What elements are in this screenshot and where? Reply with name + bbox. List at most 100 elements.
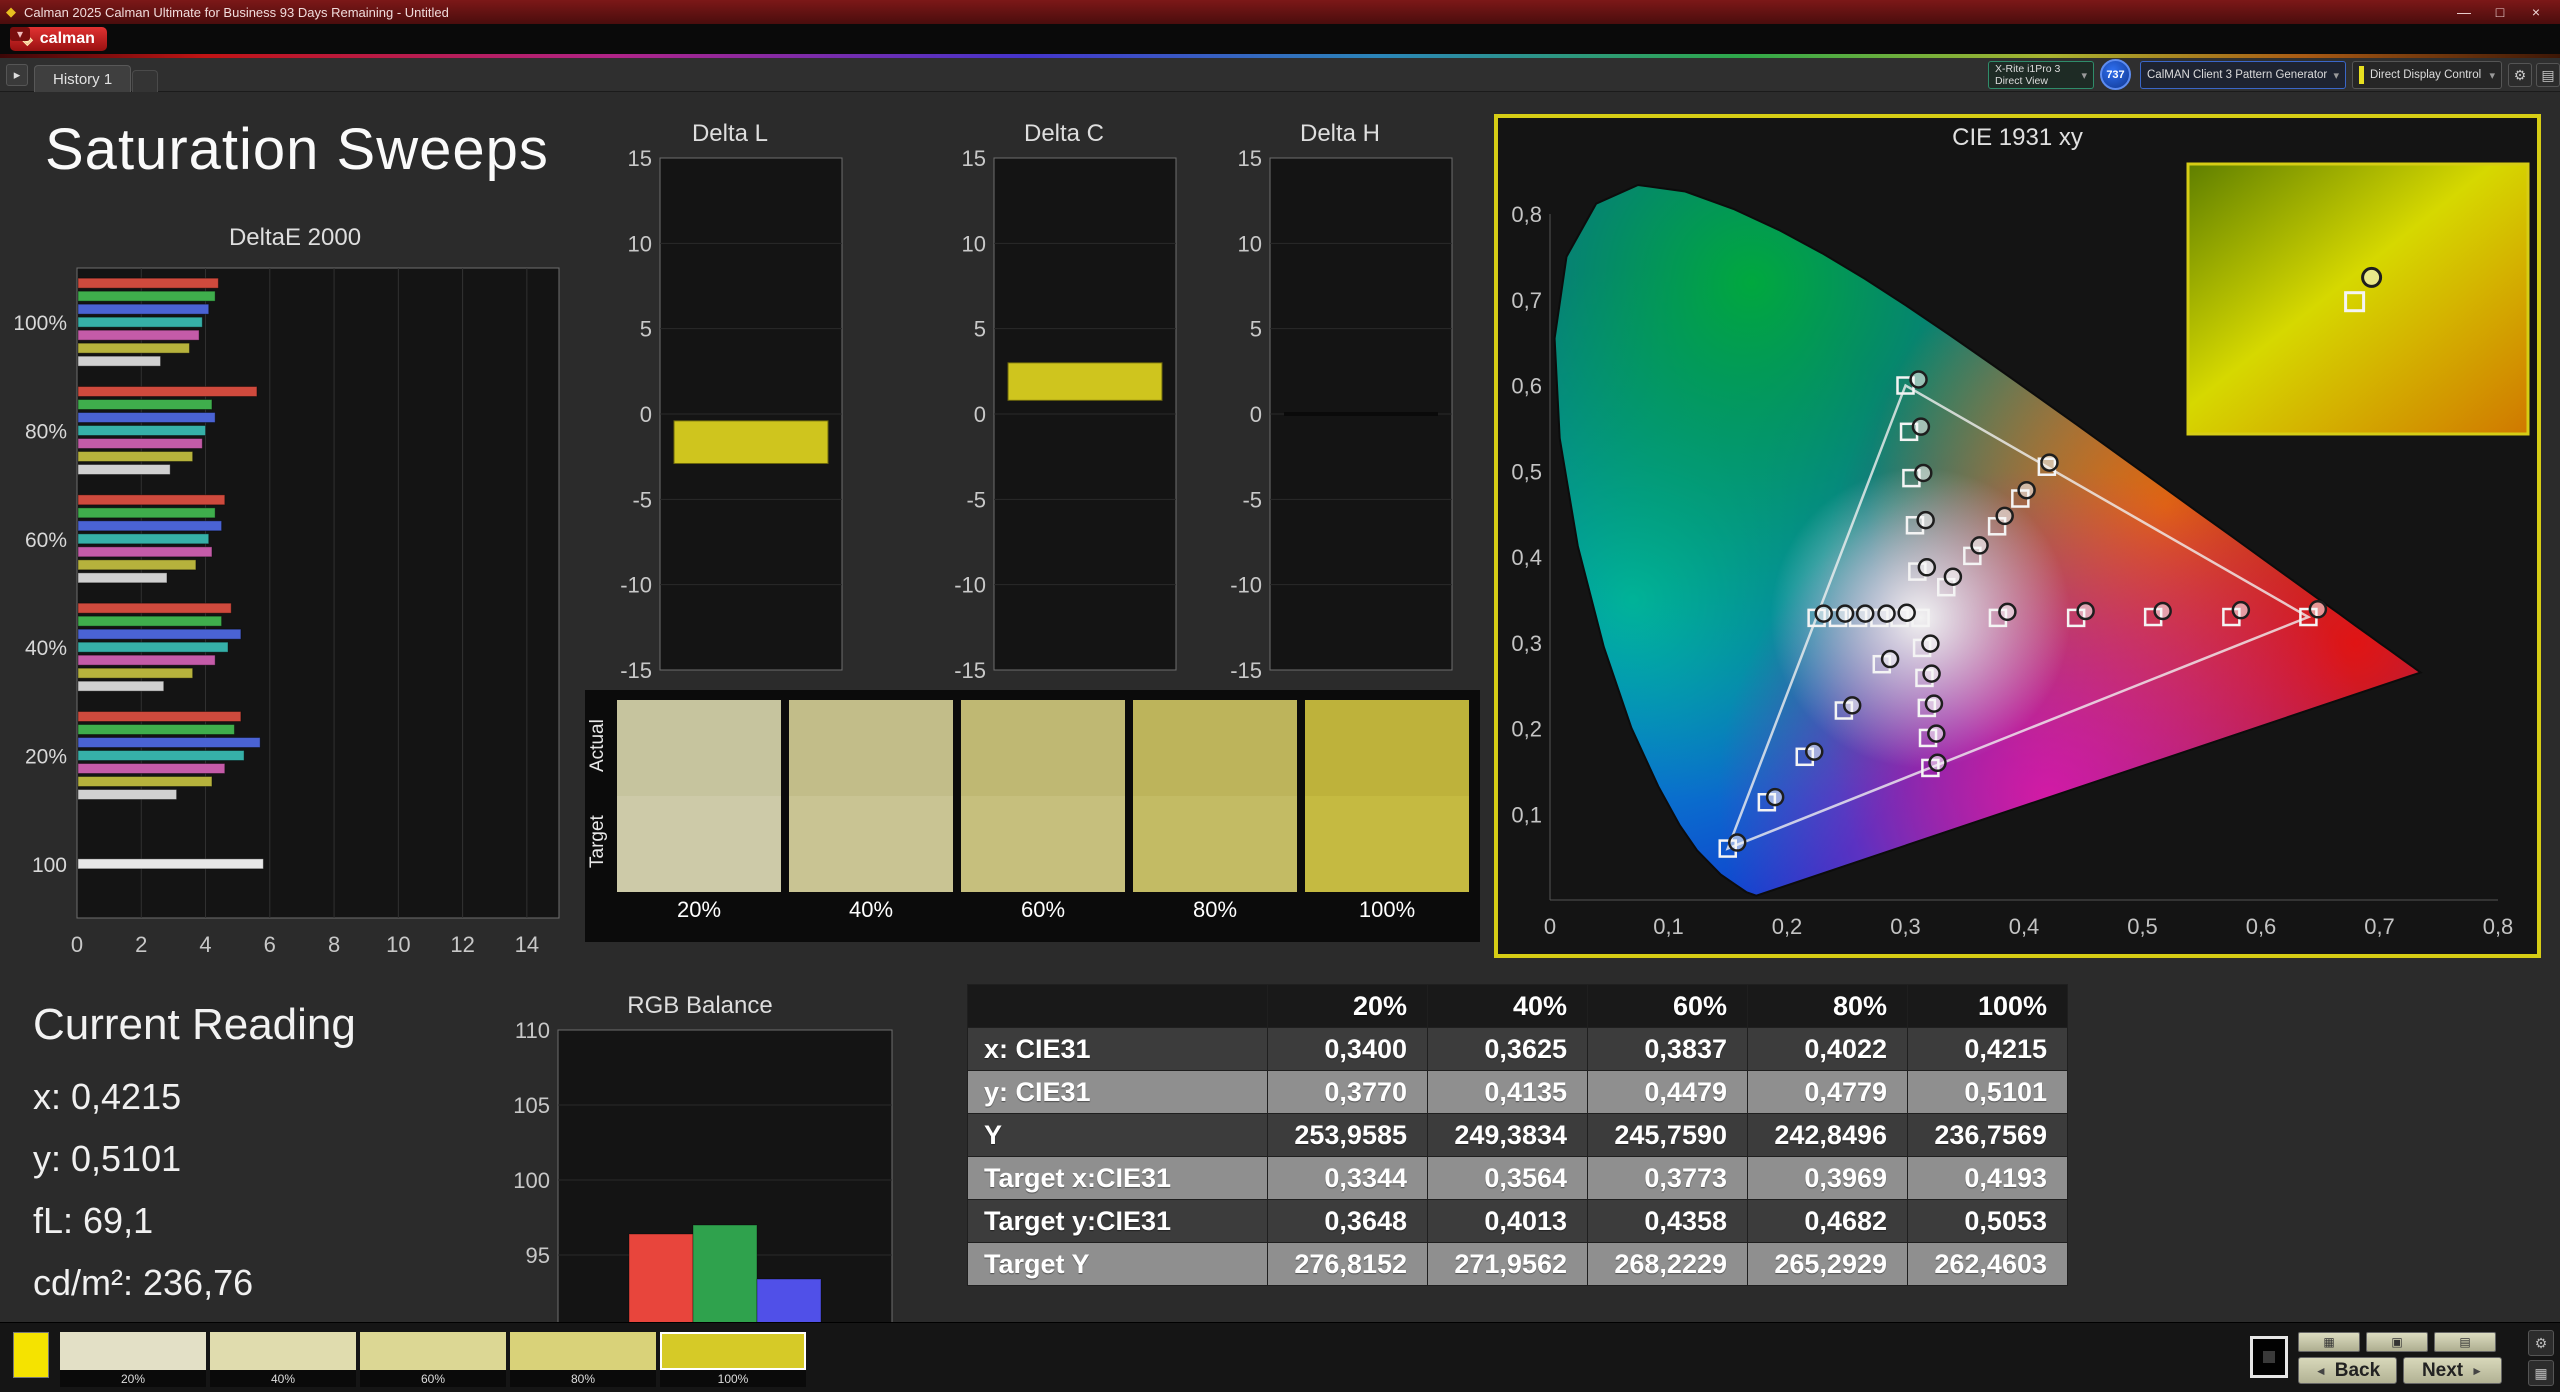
svg-text:10: 10 — [1238, 231, 1262, 256]
measured-marker — [1899, 605, 1915, 621]
minimize-button[interactable]: — — [2446, 4, 2482, 20]
next-button[interactable]: Next ► — [2403, 1357, 2502, 1384]
pattern-swatch-label: 40% — [210, 1370, 356, 1387]
svg-text:0,7: 0,7 — [1511, 288, 1542, 313]
swatch-column: 100% — [1305, 700, 1469, 928]
measured-marker — [1918, 512, 1934, 528]
pattern-swatch[interactable]: 40% — [210, 1332, 356, 1387]
deltae-bar — [78, 616, 222, 626]
svg-text:0,6: 0,6 — [1511, 374, 1542, 399]
svg-text:15: 15 — [962, 150, 986, 171]
pattern-swatch-label: 80% — [510, 1370, 656, 1387]
cie-1931-panel[interactable]: CIE 1931 xy 00,10,20,30,40,50,60,70,80,1… — [1494, 114, 2541, 958]
close-button[interactable]: × — [2518, 4, 2554, 20]
chart-title: RGB Balance — [500, 992, 900, 1022]
svg-text:0: 0 — [1544, 914, 1556, 939]
target-swatch — [617, 796, 781, 892]
deltae-bar — [78, 603, 231, 613]
pattern-swatch[interactable]: 80% — [510, 1332, 656, 1387]
display-control-label: Direct Display Control — [2370, 69, 2481, 81]
svg-text:95: 95 — [526, 1243, 550, 1268]
pattern-swatch[interactable]: 100% — [660, 1332, 806, 1387]
pattern-swatch[interactable]: 60% — [360, 1332, 506, 1387]
table-column-header: 20% — [1268, 985, 1428, 1028]
maximize-button[interactable]: □ — [2482, 4, 2518, 20]
deltae-bar — [78, 356, 161, 366]
calman-logo-button[interactable]: ◈ calman ▾ — [10, 27, 107, 51]
deltae-bar — [78, 439, 202, 449]
table-header-row: 20%40%60%80%100% — [968, 985, 2068, 1028]
swatch-percent-label: 20% — [617, 892, 781, 928]
measured-marker — [1913, 419, 1929, 435]
deltae-bar — [78, 547, 212, 557]
svg-text:0: 0 — [71, 932, 83, 957]
calman-diamond-icon: ◆ — [6, 4, 16, 20]
pattern-generator-dropdown[interactable]: CalMAN Client 3 Pattern Generator ▾ — [2140, 61, 2346, 89]
settings-gear-icon[interactable]: ⚙ — [2508, 63, 2532, 87]
table-cell: 242,8496 — [1748, 1114, 1908, 1157]
meter-status-badge[interactable]: 737 — [2100, 59, 2131, 90]
logo-strip: ◈ calman ▾ — [0, 24, 2560, 54]
display-control-dropdown[interactable]: Direct Display Control ▾ — [2352, 61, 2502, 89]
swatch-column: 40% — [789, 700, 953, 928]
meter-mode: Direct View — [1995, 75, 2060, 87]
tab-stub[interactable] — [132, 70, 158, 92]
meter-name: X-Rite i1Pro 3 — [1995, 63, 2060, 75]
actual-swatch — [1305, 700, 1469, 796]
meter-dropdown[interactable]: X-Rite i1Pro 3 Direct View ▾ — [1988, 61, 2094, 89]
svg-text:8: 8 — [328, 932, 340, 957]
svg-text:0,5: 0,5 — [1511, 459, 1542, 484]
layout-grid-icon[interactable]: ▦ — [2528, 1360, 2554, 1386]
table-row: Target Y276,8152271,9562268,2229265,2929… — [968, 1243, 2068, 1286]
table-cell: 0,3564 — [1428, 1157, 1588, 1200]
svg-text:40%: 40% — [25, 637, 67, 660]
table-cell: 0,3400 — [1268, 1028, 1428, 1071]
row-label: y: CIE31 — [968, 1071, 1268, 1114]
aux-screen-button[interactable]: ▣ — [2366, 1332, 2428, 1352]
table-cell: 0,3648 — [1268, 1200, 1428, 1243]
svg-text:80%: 80% — [25, 421, 67, 444]
svg-text:10: 10 — [628, 231, 652, 256]
measured-marker — [1929, 755, 1945, 771]
svg-text:0,3: 0,3 — [1511, 631, 1542, 656]
svg-text:10: 10 — [962, 231, 986, 256]
measured-marker — [1922, 636, 1938, 652]
deltae-bar — [78, 291, 215, 301]
table-row: Target y:CIE310,36480,40130,43580,46820,… — [968, 1200, 2068, 1243]
pattern-swatch[interactable]: 20% — [60, 1332, 206, 1387]
row-label: Y — [968, 1114, 1268, 1157]
pattern-swatch-color — [510, 1332, 656, 1370]
svg-text:-5: -5 — [966, 487, 986, 512]
pattern-swatch-color — [660, 1332, 806, 1370]
sidebar-expander-button[interactable]: ▸ — [6, 64, 28, 86]
workspace-panel-icon[interactable]: ▤ — [2536, 63, 2560, 87]
svg-text:12: 12 — [450, 932, 474, 957]
svg-text:4: 4 — [199, 932, 211, 957]
settings-gear-icon[interactable]: ⚙ — [2528, 1330, 2554, 1356]
svg-text:110: 110 — [515, 1022, 550, 1043]
deltae-bar — [78, 790, 177, 800]
svg-text:0,2: 0,2 — [1772, 914, 1803, 939]
svg-text:5: 5 — [974, 317, 986, 342]
chevron-down-icon: ▾ — [2333, 69, 2339, 82]
reading-line: x: 0,4215 — [33, 1066, 493, 1128]
chart-title: Delta L — [610, 120, 850, 150]
pattern-window-toggle[interactable] — [2250, 1336, 2288, 1378]
table-column-header: 40% — [1428, 985, 1588, 1028]
deltae-bar — [78, 725, 234, 735]
aux-panel-button[interactable]: ▤ — [2434, 1332, 2496, 1352]
table-row: Y253,9585249,3834245,7590242,8496236,756… — [968, 1114, 2068, 1157]
back-button[interactable]: ◄ Back — [2298, 1357, 2397, 1384]
svg-text:-15: -15 — [954, 658, 986, 683]
rgb-balance-chart: RGB Balance 1101051009590100% — [500, 992, 900, 1377]
table-cell: 268,2229 — [1588, 1243, 1748, 1286]
tab-history-1[interactable]: History 1 — [34, 65, 131, 92]
aux-grid-button[interactable]: ▦ — [2298, 1332, 2360, 1352]
delta-l-chart: Delta L 151050-5-10-15100% — [610, 120, 850, 755]
deltae-bar — [78, 777, 212, 787]
delta-l-plot: 151050-5-10-15100% — [610, 150, 850, 750]
measured-marker — [1911, 371, 1927, 387]
svg-text:0,1: 0,1 — [1511, 802, 1542, 827]
measured-marker — [2155, 603, 2171, 619]
svg-text:0,8: 0,8 — [2483, 914, 2514, 939]
